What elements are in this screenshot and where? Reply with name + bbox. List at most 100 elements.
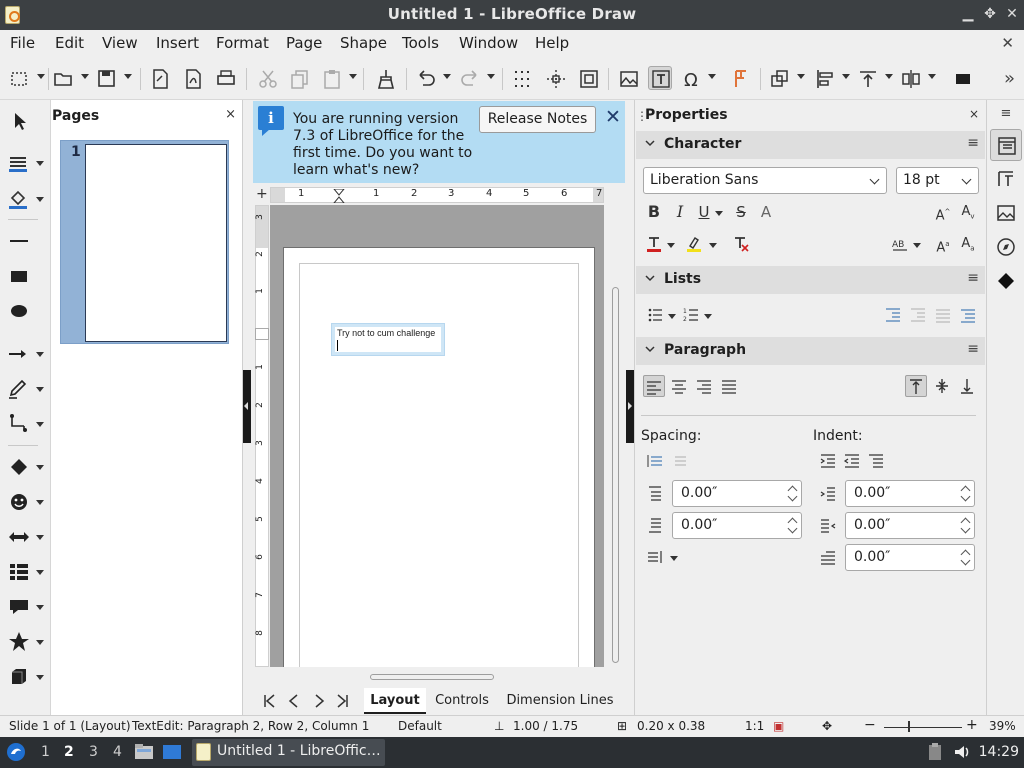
decrease-font-size-icon[interactable]: Av bbox=[957, 201, 979, 223]
open-icon[interactable] bbox=[52, 67, 76, 91]
increase-font-size-icon[interactable]: A^ bbox=[932, 201, 954, 223]
align-center-icon[interactable] bbox=[668, 375, 690, 397]
show-desktop-icon[interactable] bbox=[162, 743, 182, 761]
workspace-1[interactable]: 1 bbox=[41, 744, 50, 760]
paste-dropdown[interactable] bbox=[349, 74, 357, 79]
strikethrough-button[interactable]: S bbox=[730, 201, 752, 223]
text-box-content[interactable]: Try not to cum challenge bbox=[335, 327, 441, 352]
menu-file[interactable]: File bbox=[10, 34, 35, 52]
drawing-page[interactable]: Try not to cum challenge bbox=[283, 247, 595, 667]
vertical-scrollbar-thumb[interactable] bbox=[612, 287, 619, 663]
infobar-close-button[interactable]: ✕ bbox=[603, 106, 623, 130]
document-modified-icon[interactable]: ▣ bbox=[773, 719, 784, 733]
taskbar-window-libreoffice[interactable]: Untitled 1 - LibreOffic… bbox=[192, 739, 385, 766]
font-color-icon[interactable] bbox=[643, 233, 665, 255]
center-vertically-icon[interactable] bbox=[931, 375, 953, 397]
menu-view[interactable]: View bbox=[102, 34, 138, 52]
unordered-list-icon[interactable] bbox=[645, 304, 667, 326]
subscript-icon[interactable]: Aa bbox=[957, 233, 979, 255]
curves-dropdown[interactable] bbox=[36, 387, 44, 392]
zoom-pan-icon[interactable] bbox=[577, 67, 601, 91]
styles-deck-icon[interactable] bbox=[990, 163, 1022, 195]
status-scale[interactable]: 1:1 bbox=[745, 719, 764, 733]
fontwork-icon[interactable] bbox=[728, 67, 752, 91]
first-tab-icon[interactable] bbox=[263, 694, 275, 708]
vertical-ruler[interactable]: 3 2 1 1 2 3 4 5 6 7 8 bbox=[255, 205, 269, 667]
highlight-color-icon[interactable] bbox=[683, 233, 705, 255]
basic-shapes-icon[interactable] bbox=[6, 454, 32, 480]
lines-arrows-icon[interactable] bbox=[6, 341, 32, 367]
properties-close-button[interactable]: × bbox=[969, 107, 979, 121]
block-arrows-icon[interactable] bbox=[6, 524, 32, 550]
menu-window[interactable]: Window bbox=[459, 34, 518, 52]
bold-button[interactable]: B bbox=[643, 201, 665, 223]
menu-help[interactable]: Help bbox=[535, 34, 569, 52]
zoom-out-button[interactable]: − bbox=[864, 717, 876, 733]
menu-tools[interactable]: Tools bbox=[402, 34, 439, 52]
symbol-shapes-dropdown[interactable] bbox=[36, 500, 44, 505]
clone-formatting-icon[interactable] bbox=[373, 67, 397, 91]
decrement-icon[interactable] bbox=[960, 555, 971, 566]
volume-icon[interactable] bbox=[953, 743, 971, 761]
fill-color-dropdown[interactable] bbox=[36, 197, 44, 202]
horizontal-scrollbar[interactable] bbox=[258, 674, 605, 682]
indent-before-input[interactable]: 0.00″ bbox=[845, 480, 975, 507]
select-dropdown[interactable] bbox=[37, 74, 45, 79]
save-icon[interactable] bbox=[95, 67, 119, 91]
symbol-shapes-icon[interactable] bbox=[6, 489, 32, 515]
close-document-button[interactable]: ✕ bbox=[1001, 34, 1014, 52]
clear-formatting-icon[interactable] bbox=[729, 233, 751, 255]
underline-button[interactable]: U bbox=[693, 201, 715, 223]
workspace-2[interactable]: 2 bbox=[64, 744, 74, 760]
vertical-scrollbar[interactable] bbox=[610, 187, 620, 667]
undo-dropdown[interactable] bbox=[443, 74, 451, 79]
tab-controls[interactable]: Controls bbox=[431, 688, 493, 714]
transformations-dropdown[interactable] bbox=[797, 74, 805, 79]
zoom-slider[interactable] bbox=[884, 727, 962, 728]
transformations-icon[interactable] bbox=[768, 67, 792, 91]
callouts-icon[interactable] bbox=[6, 594, 32, 620]
font-name-combobox[interactable]: Liberation Sans bbox=[643, 167, 887, 194]
lines-arrows-dropdown[interactable] bbox=[36, 352, 44, 357]
horizontal-ruler[interactable]: 1 1 2 3 4 5 6 7 bbox=[270, 187, 604, 203]
gallery-deck-icon[interactable] bbox=[990, 197, 1022, 229]
undo-icon[interactable] bbox=[414, 67, 438, 91]
line-spacing-icon[interactable] bbox=[644, 546, 666, 568]
next-tab-icon[interactable] bbox=[313, 694, 325, 708]
copy-icon[interactable] bbox=[288, 67, 312, 91]
sidebar-menu-icon[interactable]: ≡ bbox=[990, 107, 1022, 121]
italic-button[interactable]: I bbox=[669, 201, 691, 223]
line-color-icon[interactable] bbox=[6, 150, 32, 176]
distribute-icon[interactable] bbox=[899, 67, 923, 91]
curves-icon[interactable] bbox=[6, 376, 32, 402]
stars-icon[interactable] bbox=[6, 629, 32, 655]
3d-objects-dropdown[interactable] bbox=[36, 675, 44, 680]
maximize-button[interactable]: ✥ bbox=[980, 4, 1000, 24]
line-color-dropdown[interactable] bbox=[36, 161, 44, 166]
align-dropdown[interactable] bbox=[842, 74, 850, 79]
helplines-icon[interactable] bbox=[544, 67, 568, 91]
decrease-paragraph-spacing-icon[interactable] bbox=[668, 450, 690, 472]
character-spacing-icon[interactable]: AB bbox=[889, 233, 911, 255]
workspace-3[interactable]: 3 bbox=[89, 744, 98, 760]
grid-icon[interactable] bbox=[510, 67, 534, 91]
drawing-workspace[interactable]: Try not to cum challenge bbox=[270, 205, 604, 667]
underline-dropdown[interactable] bbox=[715, 211, 723, 216]
paste-icon[interactable] bbox=[320, 67, 344, 91]
align-left-icon[interactable] bbox=[643, 375, 665, 397]
stars-dropdown[interactable] bbox=[36, 640, 44, 645]
redo-dropdown[interactable] bbox=[487, 74, 495, 79]
3d-objects-icon[interactable] bbox=[6, 664, 32, 690]
menu-insert[interactable]: Insert bbox=[156, 34, 199, 52]
close-window-button[interactable]: ✕ bbox=[1002, 4, 1022, 24]
clipboard-icon[interactable] bbox=[928, 743, 942, 761]
lists-more-options-icon[interactable]: ≡ bbox=[967, 270, 979, 286]
move-up-icon[interactable] bbox=[932, 304, 954, 326]
menu-edit[interactable]: Edit bbox=[55, 34, 84, 52]
start-menu-icon[interactable] bbox=[6, 742, 26, 762]
shadow-icon[interactable] bbox=[952, 67, 976, 91]
ordered-list-icon[interactable]: 12 bbox=[681, 304, 703, 326]
highlight-color-dropdown[interactable] bbox=[709, 243, 717, 248]
file-manager-icon[interactable] bbox=[134, 743, 154, 761]
increase-paragraph-spacing-icon[interactable] bbox=[644, 450, 666, 472]
